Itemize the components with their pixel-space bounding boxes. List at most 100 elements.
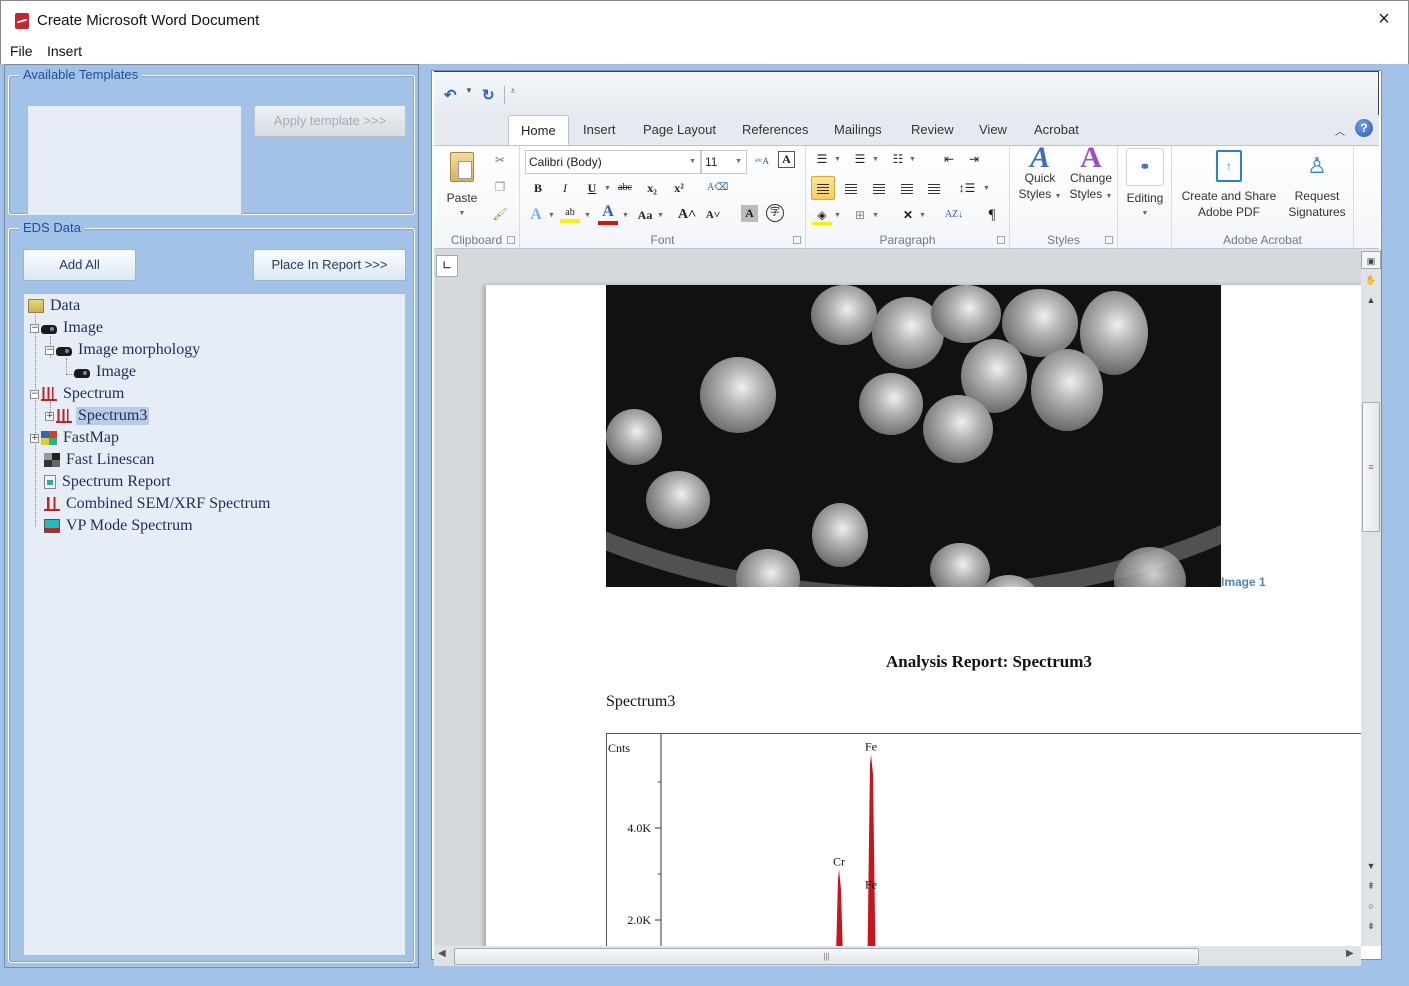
previous-page-icon[interactable]: ⇞ [1361,877,1381,895]
italic-icon[interactable]: I [555,178,575,198]
highlight-dropdown-icon[interactable]: ▼ [584,212,591,219]
paste-button[interactable]: Paste ▼ [444,152,480,222]
clipboard-launcher-icon[interactable] [507,236,515,244]
apply-template-button[interactable]: Apply template >>> [254,105,406,137]
borders-dropdown-icon[interactable]: ▼ [872,212,879,219]
add-all-button[interactable]: Add All [23,249,136,281]
quick-styles-button[interactable]: A Quick Styles ▼ [1016,143,1064,230]
request-signatures-button[interactable]: ♙ Request Signatures [1282,150,1352,226]
tree-node-fastmap[interactable]: + FastMap [30,428,121,448]
character-shading-icon[interactable]: A [741,205,758,222]
tree-node-spectrum[interactable]: − Spectrum [30,384,126,404]
tree-node-vp-mode-spectrum[interactable]: VP Mode Spectrum [44,516,195,536]
asian-layout-icon[interactable]: ✕ [898,205,918,225]
customize-toolbar-icon[interactable]: ⩡ [510,86,516,97]
document-area[interactable]: ∟ Image 1 Analysis Report: Spectrum3 Spe… [434,249,1361,946]
undo-icon[interactable]: ↶ [444,86,457,104]
distributed-button[interactable] [924,178,944,198]
pan-hand-icon[interactable]: ✋ [1361,271,1381,289]
numbering-icon[interactable]: ☰ [850,149,870,169]
increase-indent-icon[interactable]: ⇥ [964,149,984,169]
justify-button[interactable] [897,178,917,198]
collapse-icon[interactable]: − [45,345,54,355]
paragraph-launcher-icon[interactable] [997,236,1005,244]
view-ruler-icon[interactable]: ▣ [1361,251,1381,269]
cut-icon[interactable]: ✂ [490,150,510,170]
tree-node-combined-spectrum[interactable]: Combined SEM/XRF Spectrum [44,494,272,514]
decrease-indent-icon[interactable]: ⇤ [939,149,959,169]
collapse-icon[interactable]: − [30,389,39,399]
subscript-icon[interactable]: x₂ [642,178,662,198]
eds-data-tree[interactable]: Data − Image − Image morphology Image − … [23,293,406,956]
borders-icon[interactable]: ⊞ [850,205,870,225]
shading-icon[interactable]: ◈ [812,205,832,225]
next-page-icon[interactable]: ⇟ [1361,917,1381,935]
tree-node-fast-linescan[interactable]: Fast Linescan [44,450,156,470]
horizontal-scrollbar[interactable]: ◀ ||| ▶ [434,946,1361,966]
font-size-combo[interactable]: 11 ▼ [701,150,747,174]
highlight-color-icon[interactable]: ab [560,203,580,223]
tree-node-image-morphology[interactable]: − Image morphology [45,340,202,360]
tab-acrobat[interactable]: Acrobat [1034,122,1079,137]
tab-mailings[interactable]: Mailings [834,122,882,137]
create-share-pdf-button[interactable]: ↑ Create and Share Adobe PDF [1176,150,1282,226]
select-browse-object-icon[interactable]: ○ [1361,897,1381,915]
numbering-dropdown-icon[interactable]: ▼ [872,156,879,163]
underline-icon[interactable]: U [582,178,602,198]
font-color-icon[interactable]: A [598,203,618,225]
scroll-up-icon[interactable]: ▲ [1361,291,1381,309]
menu-insert[interactable]: Insert [47,43,82,59]
undo-dropdown-icon[interactable]: ▼ [465,86,473,95]
place-in-report-button[interactable]: Place In Report >>> [253,249,406,281]
tab-insert[interactable]: Insert [583,122,616,137]
copy-icon[interactable]: ❐ [490,177,510,197]
help-icon[interactable]: ? [1355,119,1373,137]
change-case-icon[interactable]: Aa [635,205,655,225]
multilevel-dropdown-icon[interactable]: ▼ [909,156,916,163]
clear-formatting-icon[interactable]: A [778,151,795,168]
editing-button[interactable]: ⚭ Editing ▼ [1122,148,1168,228]
change-styles-button[interactable]: A Change Styles ▼ [1066,143,1116,230]
align-left-button[interactable] [811,176,835,200]
change-case-style-icon[interactable]: ᵃᵇᶜA [752,151,772,171]
bullets-icon[interactable]: ☰ [812,149,832,169]
styles-launcher-icon[interactable] [1105,236,1113,244]
align-right-button[interactable] [869,178,889,198]
superscript-icon[interactable]: x² [669,178,689,198]
menu-file[interactable]: File [10,43,33,59]
tree-node-image[interactable]: − Image [30,318,105,338]
sem-image[interactable] [606,285,1221,587]
tree-node-spectrum3[interactable]: + Spectrum3 [45,406,150,426]
vertical-scrollbar[interactable]: ▣ ✋ ▲ ≡ ▼ ⇞ ○ ⇟ [1361,249,1381,946]
text-effects-dropdown-icon[interactable]: ▼ [548,212,555,219]
vertical-scroll-thumb[interactable]: ≡ [1362,402,1380,532]
tree-node-spectrum-report[interactable]: Spectrum Report [44,472,173,492]
tree-node-data[interactable]: Data [28,296,82,316]
clear-format-eraser-icon[interactable]: A⌫ [707,178,728,198]
tab-view[interactable]: View [979,122,1007,137]
tab-home[interactable]: Home [508,115,569,146]
multilevel-list-icon[interactable]: ☷ [888,149,908,169]
sort-icon[interactable]: AZ↓ [944,205,964,225]
scroll-left-icon[interactable]: ◀ [438,948,446,959]
collapse-icon[interactable]: − [30,323,39,333]
change-case-dropdown-icon[interactable]: ▼ [657,212,664,219]
close-icon[interactable]: × [1374,9,1394,29]
minimize-ribbon-icon[interactable]: ︿ [1335,123,1345,138]
align-center-button[interactable] [841,178,861,198]
line-spacing-icon[interactable]: ↕☰ [957,178,977,198]
bold-icon[interactable]: B [528,178,548,198]
enclose-characters-icon[interactable]: 字 [766,204,784,222]
format-painter-icon[interactable]: 🖌 [490,204,510,224]
font-color-dropdown-icon[interactable]: ▼ [622,212,629,219]
strikethrough-icon[interactable]: abc [615,178,635,198]
font-name-combo[interactable]: Calibri (Body) ▼ [525,150,701,174]
tab-selector-button[interactable]: ∟ [436,255,458,277]
text-effects-icon[interactable]: A [526,205,546,225]
font-launcher-icon[interactable] [793,236,801,244]
expand-icon[interactable]: + [30,433,39,443]
grow-font-icon[interactable]: A˄ [677,205,697,225]
asian-layout-dropdown-icon[interactable]: ▼ [919,212,926,219]
scroll-down-icon[interactable]: ▼ [1361,857,1381,875]
expand-icon[interactable]: + [45,411,54,421]
